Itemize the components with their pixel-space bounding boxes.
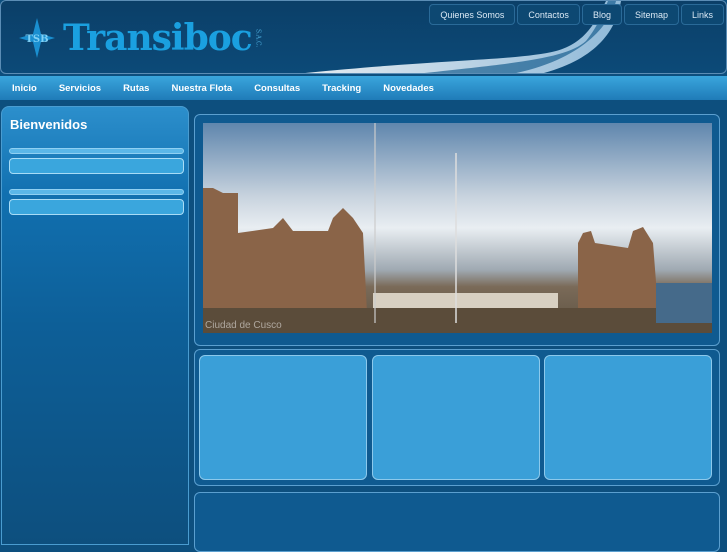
feature-boxes	[194, 349, 720, 486]
top-link-sitemap[interactable]: Sitemap	[623, 4, 679, 25]
cathedral-scene	[203, 123, 712, 333]
top-link-quienes-somos[interactable]: Quienes Somos	[429, 4, 516, 25]
logo-emblem-icon: TSB	[19, 18, 55, 58]
sidebar-block-header	[9, 189, 184, 195]
nav-servicios[interactable]: Servicios	[59, 83, 101, 94]
logo-text: Transiboc	[63, 17, 253, 59]
nav-inicio[interactable]: Inicio	[12, 83, 37, 94]
slider-caption: Ciudad de Cusco	[205, 320, 282, 331]
content-panel	[194, 492, 720, 552]
sidebar: Bienvenidos	[1, 106, 189, 545]
nav-novedades[interactable]: Novedades	[383, 83, 434, 94]
nav-nuestra-flota[interactable]: Nuestra Flota	[171, 83, 232, 94]
feature-box	[544, 355, 712, 480]
logo-suffix: S.A.C.	[254, 28, 262, 48]
logo[interactable]: TSB Transiboc S.A.C.	[19, 17, 262, 59]
top-links: Quienes Somos Contactos Blog Sitemap Lin…	[429, 4, 724, 25]
sidebar-block	[9, 158, 184, 174]
nav-rutas[interactable]: Rutas	[123, 83, 149, 94]
slider-photo-cusco: Ciudad de Cusco	[203, 123, 712, 333]
feature-box	[372, 355, 540, 480]
image-slider[interactable]: Ciudad de Cusco	[194, 114, 720, 346]
nav-consultas[interactable]: Consultas	[254, 83, 300, 94]
feature-box	[199, 355, 367, 480]
svg-text:TSB: TSB	[25, 34, 48, 45]
sidebar-title: Bienvenidos	[10, 117, 88, 132]
nav-tracking[interactable]: Tracking	[322, 83, 361, 94]
top-link-contactos[interactable]: Contactos	[517, 4, 580, 25]
main-nav: Inicio Servicios Rutas Nuestra Flota Con…	[0, 76, 727, 100]
sidebar-block-header	[9, 148, 184, 154]
top-link-blog[interactable]: Blog	[581, 4, 622, 25]
site-header: TSB Transiboc S.A.C. Quienes Somos Conta…	[0, 0, 727, 74]
sidebar-block	[9, 199, 184, 215]
top-link-links[interactable]: Links	[680, 4, 724, 25]
